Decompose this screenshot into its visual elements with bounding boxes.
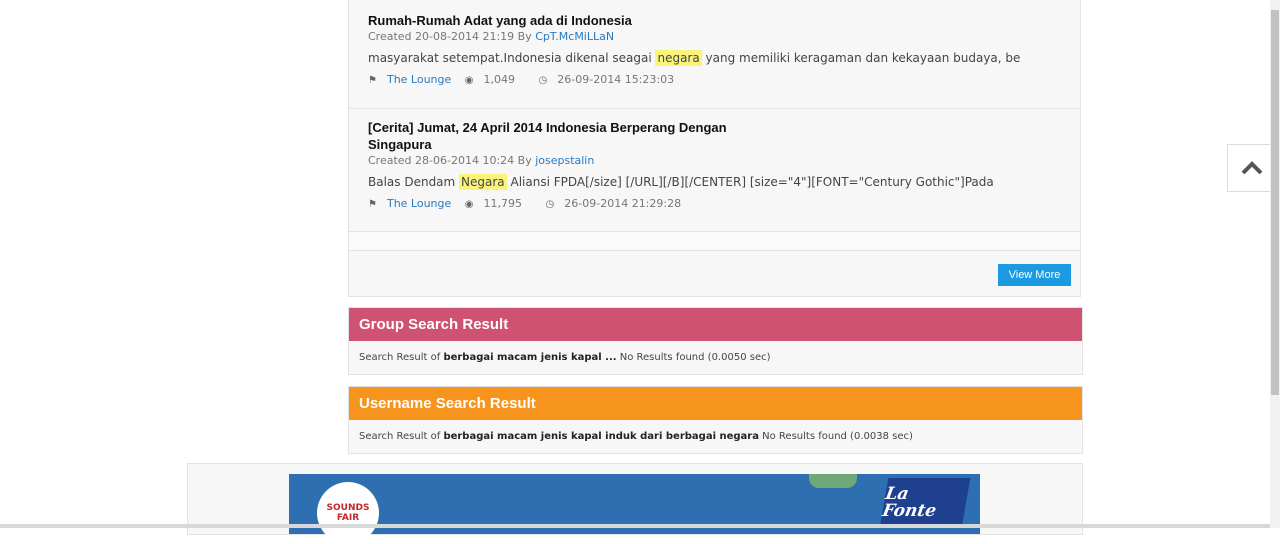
clock-icon: ◷ <box>538 75 548 86</box>
eye-icon: ◉ <box>464 199 474 210</box>
horizontal-scrollbar[interactable] <box>0 524 1270 528</box>
sounds-fair-logo: SOUNDS FAIR <box>317 482 379 544</box>
thread-footer: ⚑ The Lounge ◉ 11,795 ◷ 26-09-2014 21:29:28 <box>368 197 701 210</box>
thread-results-panel: Rumah-Rumah Adat yang ada di Indonesia C… <box>348 0 1081 297</box>
highlight: negara <box>655 50 702 66</box>
thread-snippet: Balas Dendam Negara Aliansi FPDA[/size] … <box>368 174 994 190</box>
group-result-body: Search Result of berbagai macam jenis ka… <box>359 352 771 363</box>
tag-icon: ⚑ <box>368 199 377 210</box>
username-result-body: Search Result of berbagai macam jenis ka… <box>359 431 913 442</box>
list-divider <box>349 232 1080 251</box>
author-link[interactable]: josepstalin <box>535 154 594 167</box>
chevron-up-icon <box>1241 161 1263 175</box>
forum-link[interactable]: The Lounge <box>387 73 451 86</box>
thread-meta: Created 28-06-2014 10:24 By josepstalin <box>368 154 595 167</box>
view-more-button[interactable]: View More <box>998 264 1071 286</box>
username-search-result-panel: Username Search Result Search Result of … <box>348 386 1083 454</box>
clock-icon: ◷ <box>545 199 555 210</box>
username-result-header: Username Search Result <box>349 387 1082 420</box>
forum-link[interactable]: The Lounge <box>387 197 451 210</box>
view-count: 11,795 <box>483 197 523 210</box>
search-query: berbagai macam jenis kapal induk dari be… <box>443 431 759 442</box>
thread-title[interactable]: Rumah-Rumah Adat yang ada di Indonesia <box>368 12 768 29</box>
la-fonte-logo: La Fonte <box>879 478 971 528</box>
last-post-time: 26-09-2014 21:29:28 <box>564 197 682 210</box>
eye-icon: ◉ <box>464 75 474 86</box>
scrollbar-thumb[interactable] <box>1271 10 1279 395</box>
tag-icon: ⚑ <box>368 75 377 86</box>
thread-title[interactable]: [Cerita] Jumat, 24 April 2014 Indonesia … <box>368 119 758 153</box>
thread-meta: Created 20-08-2014 21:19 By CpT.McMiLLaN <box>368 30 615 43</box>
search-query: berbagai macam jenis kapal ... <box>443 352 617 363</box>
list-item: [Cerita] Jumat, 24 April 2014 Indonesia … <box>349 109 1080 232</box>
last-post-time: 26-09-2014 15:23:03 <box>557 73 675 86</box>
ad-decoration <box>809 474 857 488</box>
thread-footer: ⚑ The Lounge ◉ 1,049 ◷ 26-09-2014 15:23:03 <box>368 73 694 86</box>
view-count: 1,049 <box>483 73 516 86</box>
search-results-column: Rumah-Rumah Adat yang ada di Indonesia C… <box>348 0 1081 297</box>
thread-snippet: masyarakat setempat.Indonesia dikenal se… <box>368 50 1021 66</box>
group-search-result-panel: Group Search Result Search Result of ber… <box>348 307 1083 375</box>
highlight: Negara <box>459 174 507 190</box>
author-link[interactable]: CpT.McMiLLaN <box>535 30 614 43</box>
group-result-header: Group Search Result <box>349 308 1082 341</box>
scrollbar[interactable] <box>1270 0 1280 528</box>
list-item: Rumah-Rumah Adat yang ada di Indonesia C… <box>349 0 1080 109</box>
